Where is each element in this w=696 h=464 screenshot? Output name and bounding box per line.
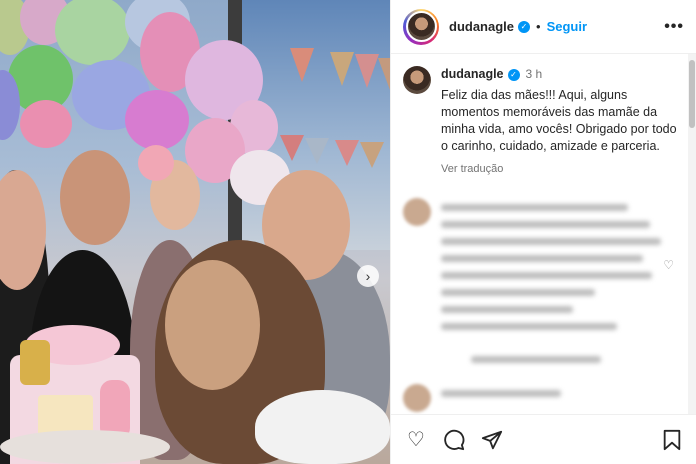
more-options-icon[interactable]: •••: [664, 18, 684, 36]
caption: dudanagle ✓ 3 h Feliz dia das mães!!! Aq…: [441, 66, 681, 178]
header-username[interactable]: dudanagle: [449, 19, 514, 34]
separator-dot: •: [536, 19, 541, 34]
cake-plate: [0, 430, 170, 464]
blurred-replies: [471, 356, 601, 373]
comment-avatar-blurred: [403, 384, 431, 412]
comment-icon[interactable]: [441, 427, 467, 453]
caption-header: dudanagle ✓ 3 h: [441, 66, 681, 83]
scrollbar-thumb[interactable]: [689, 60, 695, 128]
cake-number-candle: [20, 340, 50, 385]
action-bar: ♡: [391, 414, 696, 464]
bunting-flag: [280, 135, 304, 161]
face: [60, 150, 130, 245]
verified-badge-icon: ✓: [507, 68, 520, 81]
post-photo[interactable]: ›: [0, 0, 390, 464]
next-image-button[interactable]: ›: [357, 265, 379, 287]
bunting-flag: [290, 48, 314, 82]
see-translation-link[interactable]: Ver tradução: [441, 161, 681, 178]
bunting-flag: [305, 138, 329, 164]
comment-heart-icon[interactable]: ♡: [663, 258, 674, 272]
balloon: [20, 100, 72, 148]
flower-hair-accessory: [138, 145, 174, 181]
bunting-flag: [335, 140, 359, 166]
share-icon[interactable]: [479, 427, 505, 453]
post-side-panel: dudanagle ✓ • Seguir ••• dudanagle ✓ 3 h…: [390, 0, 696, 464]
blurred-comment: [441, 204, 661, 340]
story-ring[interactable]: [403, 8, 439, 45]
caption-avatar[interactable]: [403, 66, 431, 94]
balloon: [55, 0, 130, 65]
heart-icon[interactable]: ♡: [403, 427, 429, 453]
blurred-comment: [441, 390, 561, 407]
balloon: [125, 90, 189, 150]
chevron-right-icon: ›: [365, 268, 371, 284]
bunting-flag: [330, 52, 354, 86]
avatar: [405, 11, 437, 42]
caption-row: dudanagle ✓ 3 h Feliz dia das mães!!! Aq…: [391, 54, 696, 178]
caption-text: Feliz dia das mães!!! Aqui, alguns momen…: [441, 88, 677, 153]
person-selfie-shirt: [255, 390, 390, 464]
follow-button[interactable]: Seguir: [547, 19, 587, 34]
comment-avatar-blurred: [403, 198, 431, 226]
face: [165, 260, 260, 390]
bunting-flag: [378, 58, 390, 90]
verified-badge-icon: ✓: [518, 20, 531, 33]
caption-username[interactable]: dudanagle: [441, 66, 504, 83]
bunting-flag: [360, 142, 384, 168]
bunting-flag: [355, 54, 379, 88]
bookmark-icon[interactable]: [659, 427, 685, 453]
post-time: 3 h: [525, 67, 543, 81]
instagram-post-window: › dudanagle ✓ • Seguir ••• dudanagle ✓ 3…: [0, 0, 696, 464]
post-header: dudanagle ✓ • Seguir •••: [391, 0, 696, 54]
